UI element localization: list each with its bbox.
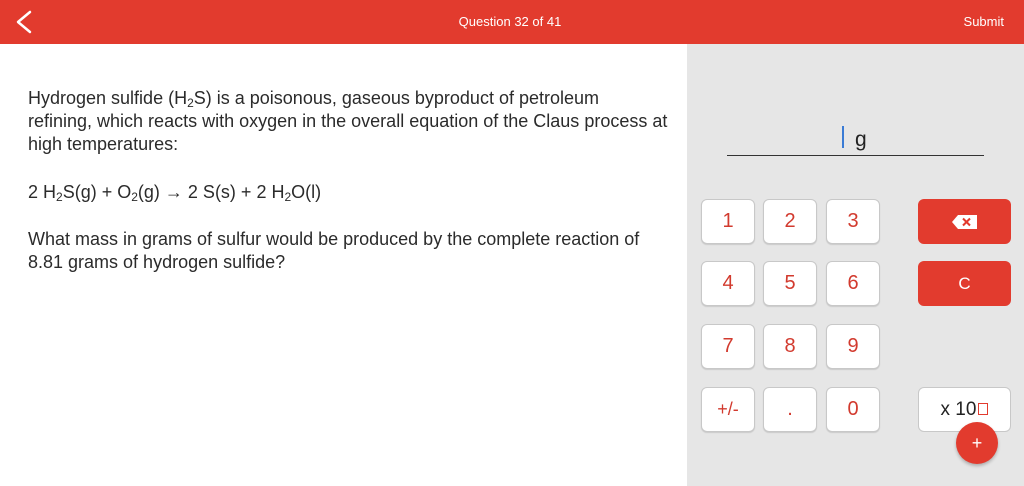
- backspace-button[interactable]: [918, 199, 1011, 244]
- question-intro: Hydrogen sulfide (H2S) is a poisonous, g…: [28, 88, 668, 154]
- answer-field[interactable]: [727, 155, 984, 156]
- plus-button[interactable]: +: [956, 422, 998, 464]
- sci-label: x 10: [940, 398, 977, 420]
- key-4[interactable]: 4: [701, 261, 755, 306]
- key-5[interactable]: 5: [763, 261, 817, 306]
- chemical-equation: 2 H2S(g) + O2(g) → 2 S(s) + 2 H2O(l): [28, 182, 322, 204]
- top-bar: Question 32 of 41 Submit: [0, 0, 1024, 44]
- key-0[interactable]: 0: [826, 387, 880, 432]
- key-6[interactable]: 6: [826, 261, 880, 306]
- key-plus-minus[interactable]: +/-: [701, 387, 755, 432]
- submit-button[interactable]: Submit: [964, 14, 1004, 29]
- key-7[interactable]: 7: [701, 324, 755, 369]
- key-2[interactable]: 2: [763, 199, 817, 244]
- question-counter: Question 32 of 41: [458, 14, 562, 29]
- key-9[interactable]: 9: [826, 324, 880, 369]
- clear-button[interactable]: C: [918, 261, 1011, 306]
- backspace-icon: [951, 214, 977, 229]
- key-decimal[interactable]: .: [763, 387, 817, 432]
- exponent-box: [978, 402, 989, 415]
- key-1[interactable]: 1: [701, 199, 755, 244]
- text-cursor: [842, 126, 844, 148]
- answer-unit: g: [855, 128, 867, 151]
- question-panel: Hydrogen sulfide (H2S) is a poisonous, g…: [0, 44, 687, 486]
- answer-panel: g 1 2 3 4 5 6 7 8 9 +/- . 0 C x 10 +: [687, 44, 1024, 486]
- key-8[interactable]: 8: [763, 324, 817, 369]
- key-3[interactable]: 3: [826, 199, 880, 244]
- question-prompt: What mass in grams of sulfur would be pr…: [28, 229, 640, 272]
